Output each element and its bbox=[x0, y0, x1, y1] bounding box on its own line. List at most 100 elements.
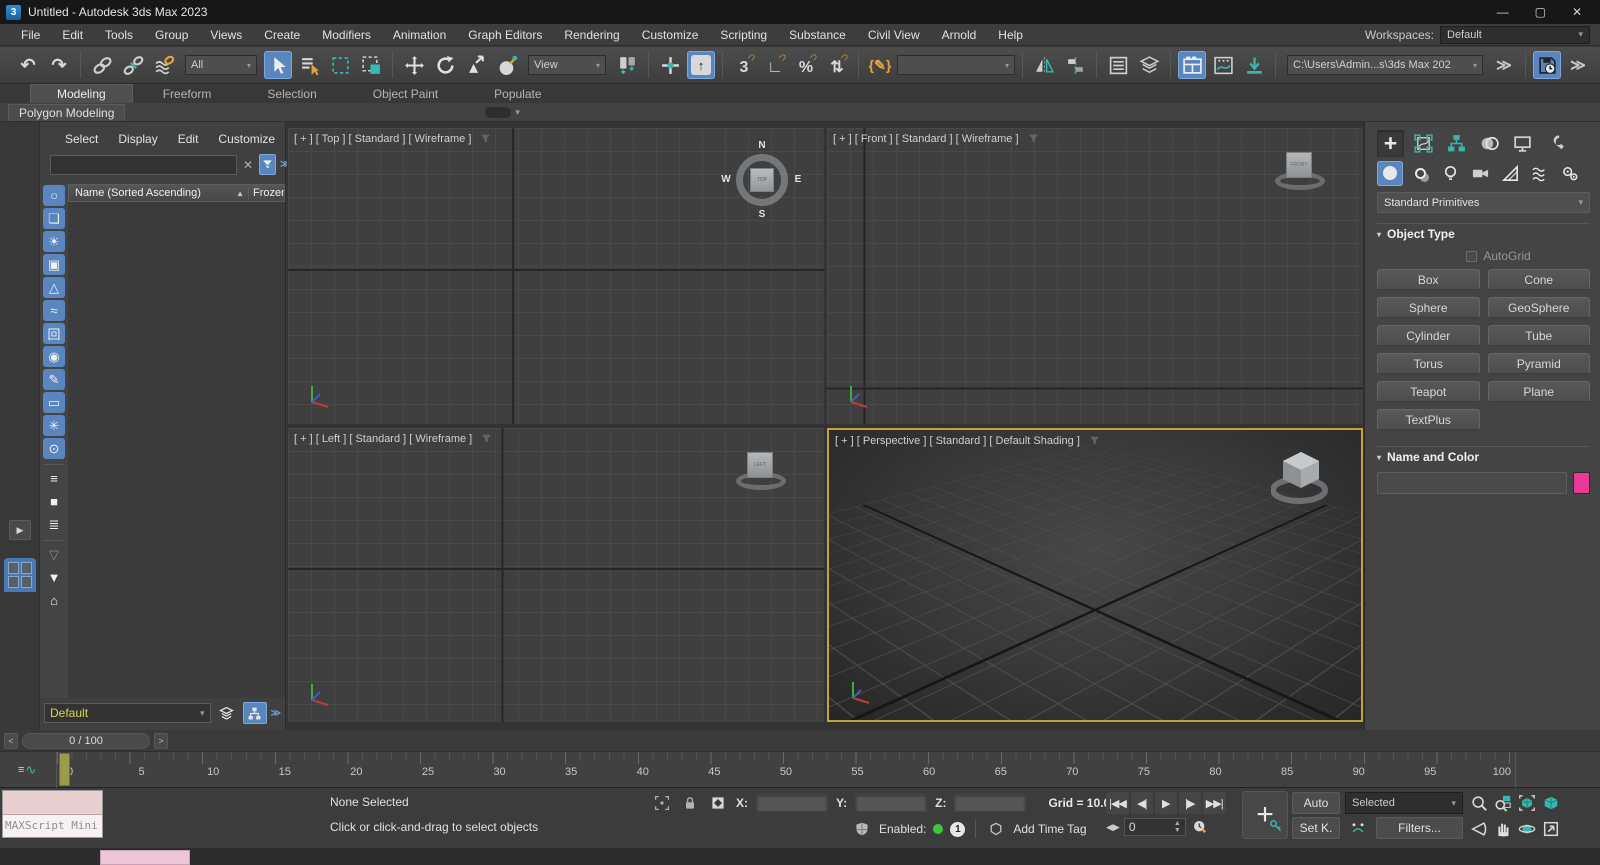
reference-coordinate-system-select[interactable]: View ▾ bbox=[528, 55, 606, 75]
play-button[interactable]: ▶ bbox=[1154, 792, 1177, 814]
menu-item-help[interactable]: Help bbox=[987, 28, 1034, 42]
display-helpers-icon[interactable]: △ bbox=[43, 277, 65, 298]
ribbon-tab-selection[interactable]: Selection bbox=[241, 85, 342, 103]
ribbon-tab-populate[interactable]: Populate bbox=[468, 85, 567, 103]
viewport-filter-icon[interactable] bbox=[480, 432, 493, 445]
display-hidden-icon[interactable]: ⊙ bbox=[43, 438, 65, 459]
ribbon-config-icon[interactable] bbox=[485, 106, 512, 118]
menu-item-views[interactable]: Views bbox=[199, 28, 253, 42]
select-and-rotate-icon[interactable] bbox=[431, 51, 459, 79]
active-layer-select[interactable]: Default ▾ bbox=[44, 703, 211, 723]
display-cameras-icon[interactable]: ▣ bbox=[43, 254, 65, 275]
hierarchy-view-icon[interactable] bbox=[242, 702, 267, 724]
menu-item-animation[interactable]: Animation bbox=[382, 28, 457, 42]
primitive-button-plane[interactable]: Plane bbox=[1487, 381, 1590, 402]
align-icon[interactable] bbox=[1061, 51, 1089, 79]
detail-view-icon[interactable]: ≣ bbox=[43, 514, 65, 535]
menu-item-scripting[interactable]: Scripting bbox=[709, 28, 778, 42]
menu-item-modifiers[interactable]: Modifiers bbox=[311, 28, 382, 42]
zoom-extents-all-icon[interactable] bbox=[1540, 791, 1562, 815]
primitive-button-pyramid[interactable]: Pyramid bbox=[1487, 353, 1590, 374]
primitive-category-select[interactable]: Standard Primitives ▾ bbox=[1377, 192, 1590, 213]
zoom-extents-icon[interactable] bbox=[1516, 791, 1538, 815]
set-key-mode-button[interactable]: Set K. bbox=[1292, 817, 1340, 839]
rectangular-selection-region-icon[interactable] bbox=[326, 51, 354, 79]
select-and-link-icon[interactable] bbox=[88, 51, 116, 79]
selection-lock-icon[interactable] bbox=[680, 793, 700, 813]
edit-named-selection-sets-icon[interactable]: {✎} bbox=[866, 51, 894, 79]
selection-filter-select[interactable]: All ▾ bbox=[185, 55, 257, 75]
keyboard-shortcut-override-icon[interactable]: ↑ bbox=[687, 51, 715, 79]
filters-button[interactable]: Filters... bbox=[1376, 817, 1463, 839]
viewport-perspective[interactable]: [ + ] [ Perspective ] [ Standard ] [ Def… bbox=[827, 428, 1363, 722]
menu-item-edit[interactable]: Edit bbox=[51, 28, 94, 42]
display-space-warps-icon[interactable]: ≈ bbox=[43, 300, 65, 321]
primitive-button-torus[interactable]: Torus bbox=[1377, 353, 1480, 374]
object-name-field[interactable] bbox=[1377, 472, 1567, 494]
sx-menu-customize[interactable]: Customize bbox=[209, 130, 284, 148]
viewport-perspective-label[interactable]: [ + ] [ Perspective ] [ Standard ] [ Def… bbox=[835, 435, 1080, 447]
select-and-scale-icon[interactable] bbox=[462, 51, 490, 79]
toolbar-overflow-icon[interactable]: ≫ bbox=[1490, 51, 1518, 79]
viewport-top[interactable]: [ + ] [ Top ] [ Standard ] [ Wireframe ]… bbox=[288, 128, 824, 424]
next-key-button[interactable]: > bbox=[154, 732, 168, 749]
display-wheel-icon[interactable]: ✳ bbox=[43, 415, 65, 436]
menu-item-civil-view[interactable]: Civil View bbox=[857, 28, 931, 42]
frame-range-field[interactable]: 0 / 100 bbox=[22, 732, 150, 749]
compass-south[interactable]: S bbox=[756, 209, 768, 220]
select-and-manipulate-icon[interactable] bbox=[656, 51, 684, 79]
app-icon[interactable]: 3 bbox=[6, 4, 21, 20]
ribbon-tab-object-paint[interactable]: Object Paint bbox=[347, 85, 464, 103]
compass-west[interactable]: W bbox=[720, 174, 732, 185]
viewport-left-label[interactable]: [ + ] [ Left ] [ Standard ] [ Wireframe … bbox=[294, 433, 472, 445]
menu-item-graph-editors[interactable]: Graph Editors bbox=[457, 28, 553, 42]
mirror-icon[interactable] bbox=[1030, 51, 1058, 79]
frame-spinner[interactable]: ▲ ▼ bbox=[1174, 820, 1181, 834]
time-configuration-icon[interactable] bbox=[1190, 817, 1210, 837]
column-header-frozen[interactable]: Frozen bbox=[248, 187, 284, 199]
toggle-layer-explorer-icon[interactable] bbox=[1135, 51, 1163, 79]
utilities-tab-icon[interactable] bbox=[1542, 130, 1569, 157]
viewcube-top-face[interactable]: TOP bbox=[750, 168, 774, 192]
toggle-scene-explorer-icon[interactable] bbox=[1104, 51, 1132, 79]
display-lights-icon[interactable]: ☀ bbox=[43, 231, 65, 252]
menu-item-rendering[interactable]: Rendering bbox=[553, 28, 630, 42]
menu-item-customize[interactable]: Customize bbox=[631, 28, 710, 42]
viewport-filter-icon[interactable] bbox=[1088, 434, 1101, 447]
select-and-move-icon[interactable] bbox=[400, 51, 428, 79]
unlink-selection-icon[interactable] bbox=[119, 51, 147, 79]
add-time-tag-label[interactable]: Add Time Tag bbox=[1013, 822, 1086, 836]
primitive-button-sphere[interactable]: Sphere bbox=[1377, 297, 1480, 318]
z-coordinate-field[interactable] bbox=[954, 794, 1027, 812]
list-view-icon[interactable]: ≡ bbox=[43, 468, 65, 489]
close-button[interactable]: ✕ bbox=[1572, 5, 1582, 19]
create-tab-icon[interactable]: + bbox=[1377, 129, 1404, 157]
viewport-left[interactable]: [ + ] [ Left ] [ Standard ] [ Wireframe … bbox=[288, 428, 824, 722]
undo-icon[interactable]: ↶ bbox=[14, 51, 42, 79]
helpers-category-icon[interactable] bbox=[1497, 161, 1523, 186]
curve-editor-icon[interactable] bbox=[1209, 51, 1237, 79]
next-frame-button[interactable]: |▶ bbox=[1178, 792, 1201, 814]
pan-view-icon[interactable] bbox=[1492, 817, 1514, 841]
menu-item-tools[interactable]: Tools bbox=[94, 28, 144, 42]
hierarchy-tab-icon[interactable] bbox=[1443, 130, 1470, 157]
viewport-filter-icon[interactable] bbox=[1027, 132, 1040, 145]
viewport-filter-icon[interactable] bbox=[479, 132, 492, 145]
save-file-icon[interactable] bbox=[1533, 51, 1561, 79]
notification-badge[interactable]: 1 bbox=[950, 821, 966, 837]
viewcube-left-face[interactable]: LEFT bbox=[747, 452, 773, 478]
time-slider-handle[interactable] bbox=[59, 753, 70, 786]
time-tag-icon[interactable] bbox=[986, 819, 1006, 839]
filter-off-icon[interactable]: ▽ bbox=[43, 544, 65, 565]
redo-icon[interactable]: ↷ bbox=[45, 51, 73, 79]
viewcube-compass[interactable]: N S W E TOP bbox=[721, 140, 801, 220]
key-selection-select[interactable]: Selected ▾ bbox=[1345, 792, 1463, 814]
key-mode-toggle-icon[interactable]: ◀▶ bbox=[1106, 822, 1120, 833]
ribbon-tab-modeling[interactable]: Modeling bbox=[30, 84, 133, 103]
display-groups-icon[interactable]: 回 bbox=[43, 323, 65, 344]
object-type-rollout[interactable]: ▾ Object Type bbox=[1377, 223, 1590, 241]
primitive-button-cylinder[interactable]: Cylinder bbox=[1377, 325, 1480, 346]
geometry-category-icon[interactable] bbox=[1377, 160, 1403, 186]
orbit-icon[interactable] bbox=[1516, 817, 1538, 841]
primitive-button-teapot[interactable]: Teapot bbox=[1377, 381, 1480, 402]
